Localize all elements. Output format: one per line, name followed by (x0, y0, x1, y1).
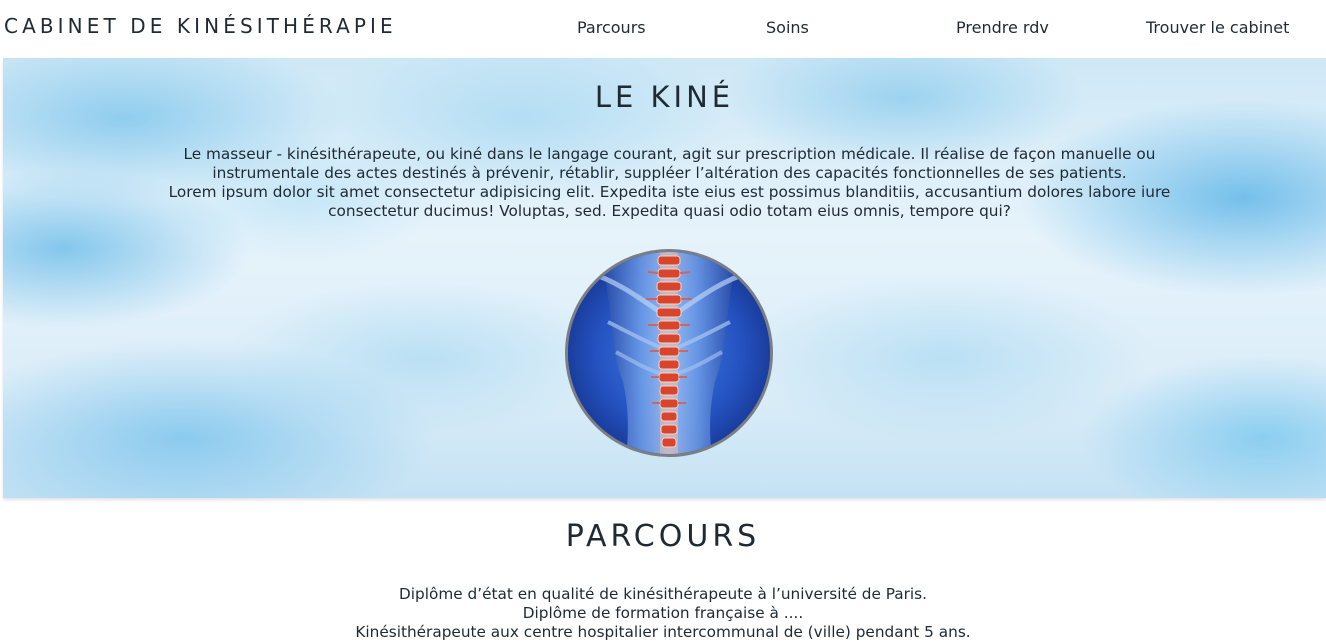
parcours-list: Diplôme d’état en qualité de kinésithéra… (0, 585, 1326, 642)
hero-title: LE KINÉ (594, 80, 735, 114)
site-header: CABINET DE KINÉSITHÉRAPIE Parcours Soins… (0, 0, 1326, 58)
nav-item-parcours[interactable]: Parcours (577, 18, 646, 37)
hero-paragraph: Le masseur - kinésithérapeute, ou kiné d… (183, 145, 1156, 182)
hero-description: Le masseur - kinésithérapeute, ou kiné d… (133, 145, 1206, 221)
nav-item-soins[interactable]: Soins (766, 18, 809, 37)
hero-paragraph: Lorem ipsum dolor sit amet consectetur a… (168, 183, 1171, 220)
parcours-item: Kinésithérapeute aux centre hospitalier … (355, 623, 971, 641)
nav-item-prendre-rdv[interactable]: Prendre rdv (956, 18, 1049, 37)
hero-section: LE KINÉ Le masseur - kinésithérapeute, o… (3, 58, 1326, 498)
parcours-item: Diplôme d’état en qualité de kinésithéra… (398, 585, 928, 603)
spine-illustration (568, 252, 770, 454)
parcours-title: PARCOURS (565, 519, 761, 554)
nav-item-trouver-le-cabinet[interactable]: Trouver le cabinet (1146, 18, 1289, 37)
spine-anatomy-image (565, 249, 773, 457)
parcours-item: Diplôme de formation française à .... (522, 604, 804, 622)
site-brand[interactable]: CABINET DE KINÉSITHÉRAPIE (4, 14, 397, 38)
